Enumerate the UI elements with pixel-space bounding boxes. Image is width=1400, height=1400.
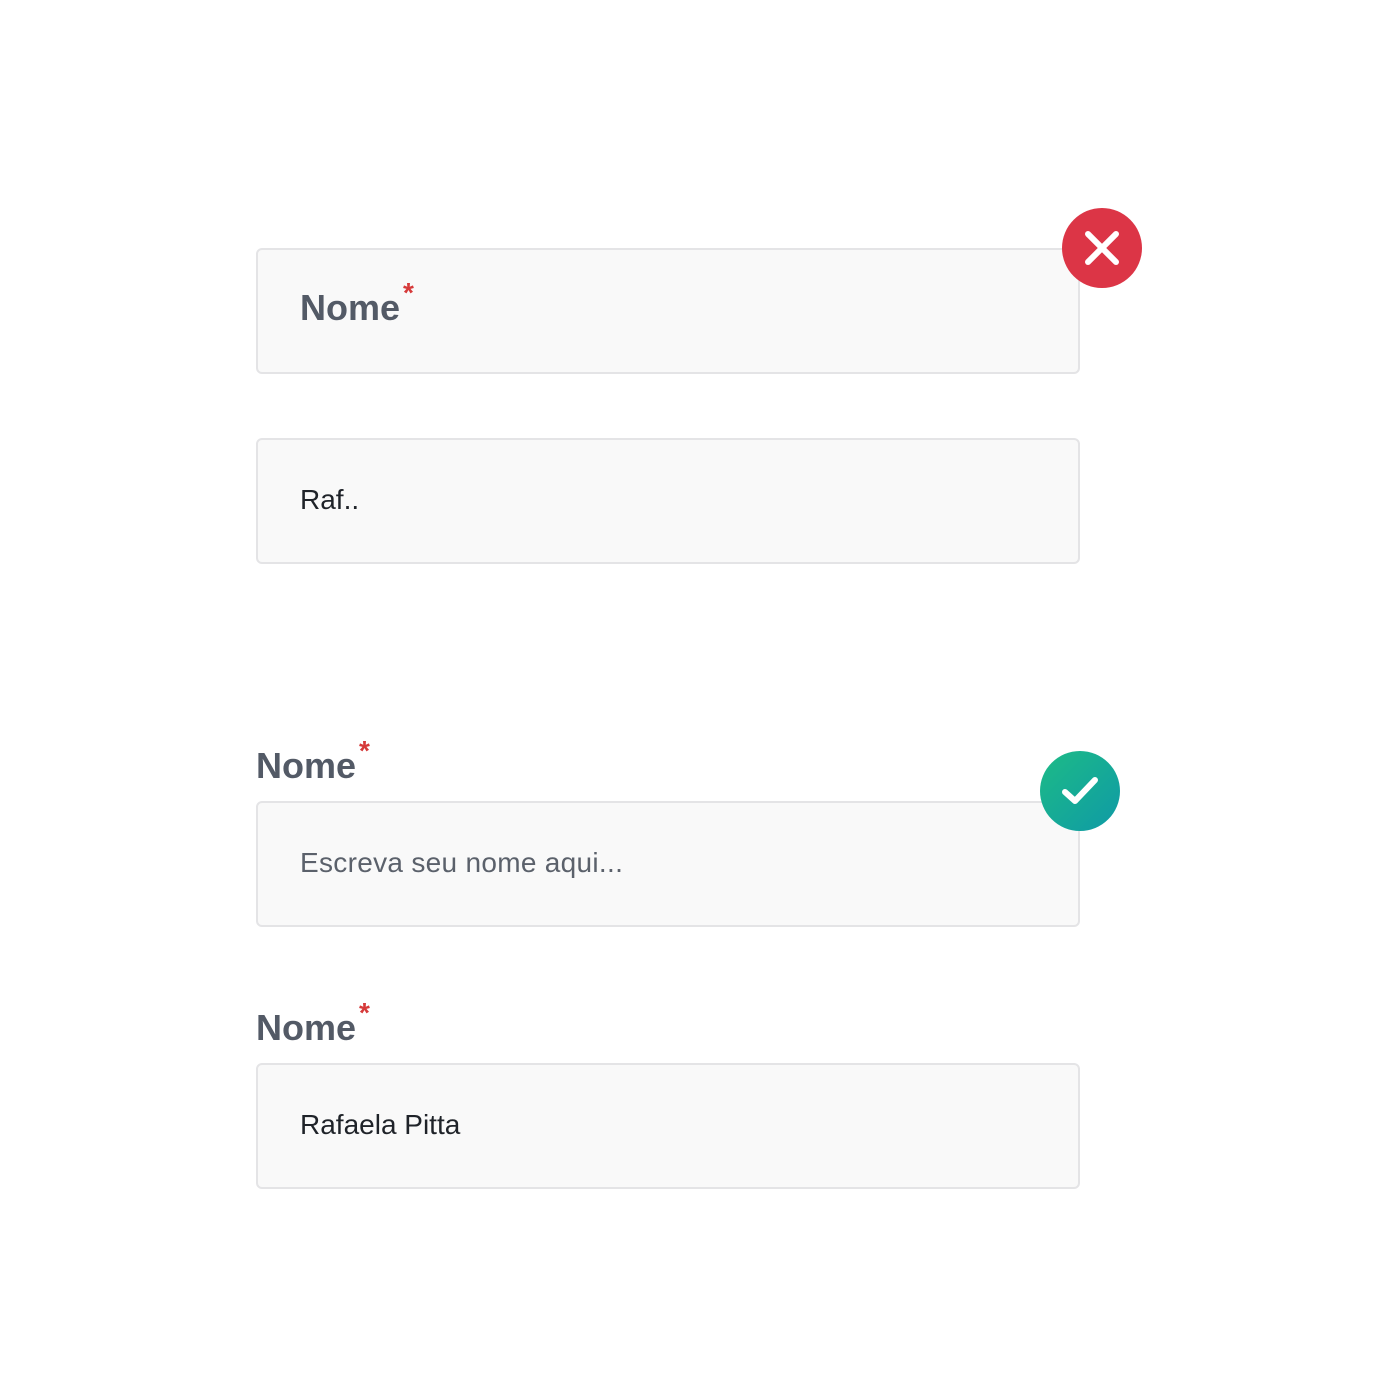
- error-status-badge: [1062, 208, 1142, 288]
- success-status-badge: [1040, 751, 1120, 831]
- name-field-label-text: Nome: [256, 1007, 357, 1048]
- check-icon: [1062, 777, 1098, 804]
- name-field-label-text: Nome: [256, 745, 357, 786]
- required-asterisk: *: [359, 997, 370, 1028]
- name-input-placeholder-text: Escreva seu nome aqui...: [300, 847, 624, 878]
- close-icon: [1085, 231, 1119, 265]
- form-examples-canvas: Nome * Raf.. Nome * Escreva seu nome aqui.…: [0, 0, 1400, 1400]
- required-asterisk: *: [403, 277, 414, 308]
- name-input-value: Raf..: [300, 484, 360, 515]
- name-input-filled[interactable]: Rafaela Pitta: [256, 1063, 1080, 1189]
- name-field-label: Nome *: [256, 737, 370, 786]
- name-input-value: Rafaela Pitta: [300, 1109, 461, 1140]
- name-field-label: Nome *: [256, 999, 370, 1048]
- name-field-label-text: Nome: [300, 287, 401, 328]
- name-input-placeholder[interactable]: Escreva seu nome aqui...: [256, 801, 1080, 927]
- name-input-partial[interactable]: Raf..: [256, 438, 1080, 564]
- name-field-error[interactable]: Nome *: [256, 248, 1080, 374]
- name-field-label: Nome *: [300, 279, 414, 328]
- required-asterisk: *: [359, 735, 370, 766]
